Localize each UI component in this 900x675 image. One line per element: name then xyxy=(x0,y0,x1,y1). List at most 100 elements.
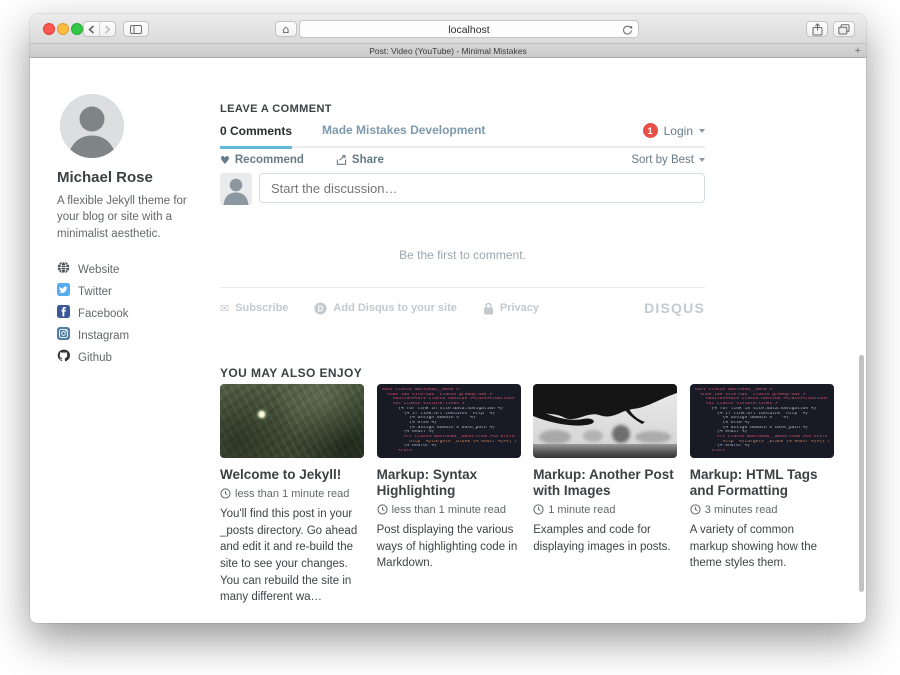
globe-icon xyxy=(57,261,70,279)
svg-text:D: D xyxy=(318,304,324,313)
post-title[interactable]: Markup: Syntax Highlighting xyxy=(377,467,521,499)
heart-icon: ♥ xyxy=(220,155,230,166)
sidebar-link-label: Website xyxy=(78,264,119,276)
forward-button[interactable] xyxy=(99,22,115,36)
divider xyxy=(220,287,705,288)
disqus-tabs: 0 Comments Made Mistakes Development 1 L… xyxy=(220,120,705,148)
sidebar-link-facebook[interactable]: Facebook xyxy=(57,308,212,321)
reload-button[interactable] xyxy=(622,23,633,41)
address-bar[interactable]: localhost xyxy=(299,20,639,38)
code-line: </ul> xyxy=(382,449,516,454)
clock-icon xyxy=(220,488,231,499)
author-name: Michael Rose xyxy=(57,169,212,186)
home-button[interactable]: ⌂ xyxy=(275,21,297,37)
code-line: </ul> xyxy=(695,449,829,454)
tab-overview-button[interactable] xyxy=(833,21,855,37)
back-button[interactable] xyxy=(84,22,99,36)
lock-icon xyxy=(483,302,494,315)
privacy-link[interactable]: Privacy xyxy=(483,302,539,315)
chevron-down-icon xyxy=(699,158,705,162)
add-disqus-label: Add Disqus to your site xyxy=(333,302,456,314)
read-time-text: less than 1 minute read xyxy=(392,504,506,516)
post-thumbnail-tree-photo[interactable] xyxy=(533,384,677,458)
chevron-right-icon xyxy=(104,25,111,34)
author-links: Website Twitter Facebook Instagram Github xyxy=(57,264,212,365)
sidebar-link-twitter[interactable]: Twitter xyxy=(57,286,212,299)
share-icon xyxy=(812,23,823,36)
tab-comment-count[interactable]: 0 Comments xyxy=(220,124,292,149)
read-time-text: less than 1 minute read xyxy=(235,488,349,500)
post-excerpt: Examples and code for displaying images … xyxy=(533,522,677,555)
related-post-card: <div class="masthead__menu"> <nav id="si… xyxy=(377,384,521,606)
chevron-down-icon xyxy=(699,129,705,133)
tab-overview-icon xyxy=(838,24,850,35)
comment-input[interactable] xyxy=(259,173,705,203)
zoom-window-button[interactable] xyxy=(71,23,83,35)
privacy-label: Privacy xyxy=(500,302,539,314)
sidebar-link-label: Instagram xyxy=(78,330,129,342)
read-time-meta: 1 minute read xyxy=(533,504,677,516)
sidebar-link-instagram[interactable]: Instagram xyxy=(57,330,212,343)
history-nav-group xyxy=(83,21,116,37)
related-post-card: Welcome to Jekyll! less than 1 minute rea… xyxy=(220,384,364,606)
comments-heading: LEAVE A COMMENT xyxy=(220,103,332,115)
share-button[interactable] xyxy=(806,21,828,37)
related-heading: YOU MAY ALSO ENJOY xyxy=(220,366,362,380)
post-excerpt: A variety of common markup showing how t… xyxy=(690,522,834,572)
share-comments-button[interactable]: Share xyxy=(336,154,384,166)
comment-compose-row xyxy=(220,173,705,205)
sidebar-link-label: Facebook xyxy=(78,308,129,320)
new-tab-button[interactable]: + xyxy=(855,44,861,58)
close-window-button[interactable] xyxy=(43,23,55,35)
twitter-icon xyxy=(57,283,70,301)
clock-icon xyxy=(377,504,388,515)
tab-bar: Post: Video (YouTube) - Minimal Mistakes… xyxy=(30,44,866,58)
sort-by-best-dropdown[interactable]: Sort by Best xyxy=(631,154,705,166)
recommend-button[interactable]: ♥ Recommend xyxy=(220,154,304,166)
disqus-footer: ✉ Subscribe D Add Disqus to your site Pr… xyxy=(220,300,705,316)
sidebar-icon xyxy=(130,25,142,34)
read-time-meta: less than 1 minute read xyxy=(220,488,364,500)
related-post-card: Markup: Another Post with Images 1 minute… xyxy=(533,384,677,606)
login-control[interactable]: 1 Login xyxy=(643,123,705,146)
minimize-window-button[interactable] xyxy=(57,23,69,35)
read-time-text: 3 minutes read xyxy=(705,504,778,516)
share-arrow-icon xyxy=(336,155,347,166)
tab-community-link[interactable]: Made Mistakes Development xyxy=(322,123,485,146)
sidebar-toggle-button[interactable] xyxy=(123,21,149,37)
read-time-meta: 3 minutes read xyxy=(690,504,834,516)
commenter-avatar xyxy=(220,173,252,205)
envelope-icon: ✉ xyxy=(220,303,229,314)
sidebar-link-github[interactable]: Github xyxy=(57,352,212,365)
post-thumbnail-code-screenshot[interactable]: <div class="masthead__menu"> <nav id="si… xyxy=(377,384,521,458)
sidebar-link-website[interactable]: Website xyxy=(57,264,212,277)
post-excerpt: You'll find this post in your _posts dir… xyxy=(220,506,364,606)
share-label: Share xyxy=(352,154,384,166)
login-label: Login xyxy=(664,124,693,138)
post-excerpt: Post displaying the various ways of high… xyxy=(377,522,521,572)
related-post-card: <div class="masthead__menu"> <nav id="si… xyxy=(690,384,834,606)
related-posts-grid: Welcome to Jekyll! less than 1 minute rea… xyxy=(220,384,834,606)
sort-label: Sort by Best xyxy=(631,154,694,166)
facebook-icon xyxy=(57,305,70,323)
person-silhouette-icon xyxy=(60,94,124,158)
post-thumbnail-code-screenshot[interactable]: <div class="masthead__menu"> <nav id="si… xyxy=(690,384,834,458)
subscribe-link[interactable]: ✉ Subscribe xyxy=(220,302,288,314)
active-tab[interactable]: Post: Video (YouTube) - Minimal Mistakes xyxy=(30,46,866,56)
page-content: Michael Rose A flexible Jekyll theme for… xyxy=(30,58,866,621)
add-disqus-link[interactable]: D Add Disqus to your site xyxy=(314,302,456,315)
clock-icon xyxy=(533,504,544,515)
post-title[interactable]: Markup: Another Post with Images xyxy=(533,467,677,499)
clock-icon xyxy=(690,504,701,515)
post-title[interactable]: Markup: HTML Tags and Formatting xyxy=(690,467,834,499)
subscribe-label: Subscribe xyxy=(235,302,288,314)
post-title[interactable]: Welcome to Jekyll! xyxy=(220,467,364,483)
disqus-actions-row: ♥ Recommend Share Sort by Best xyxy=(220,154,705,166)
recommend-label: Recommend xyxy=(235,154,304,166)
post-thumbnail-moss-photo[interactable] xyxy=(220,384,364,458)
disqus-logo: DISQUS xyxy=(644,300,705,316)
vertical-scrollbar[interactable] xyxy=(859,355,864,592)
github-icon xyxy=(57,349,70,367)
sidebar-link-label: Github xyxy=(78,352,112,364)
sidebar-link-label: Twitter xyxy=(78,286,112,298)
